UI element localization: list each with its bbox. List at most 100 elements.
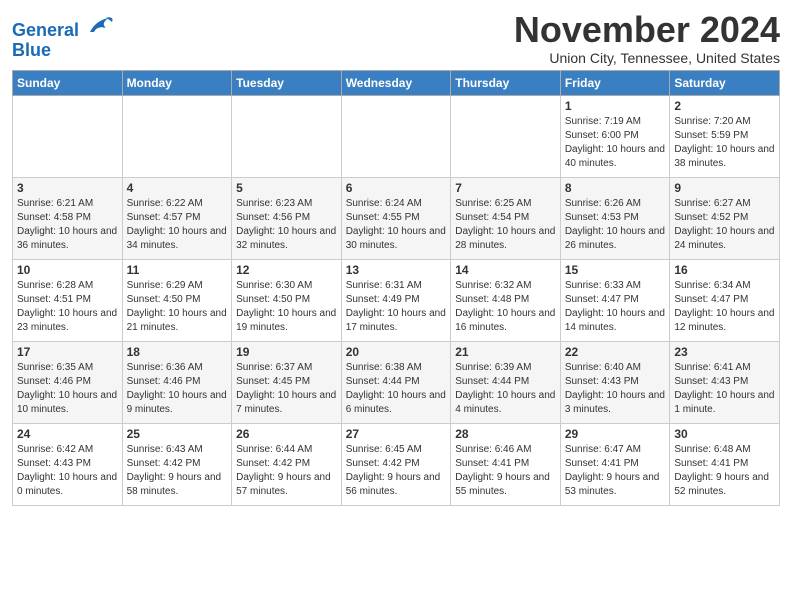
- day-number: 23: [674, 345, 775, 359]
- day-info: Sunrise: 6:29 AM Sunset: 4:50 PM Dayligh…: [127, 279, 228, 335]
- day-info: Sunrise: 6:42 AM Sunset: 4:43 PM Dayligh…: [17, 443, 118, 499]
- day-number: 1: [565, 99, 666, 113]
- day-info: Sunrise: 6:32 AM Sunset: 4:48 PM Dayligh…: [455, 279, 556, 335]
- calendar-cell: 17Sunrise: 6:35 AM Sunset: 4:46 PM Dayli…: [13, 341, 123, 423]
- col-monday: Monday: [122, 70, 232, 95]
- calendar-week-4: 24 Sunrise: 6:42 AM Sunset: 4:43 PM Dayli…: [13, 423, 780, 505]
- day-number: 15: [565, 263, 666, 277]
- calendar-cell: 3Sunrise: 6:21 AM Sunset: 4:58 PM Daylig…: [13, 177, 123, 259]
- logo-text: General: [12, 14, 114, 41]
- calendar-cell: 28 Sunrise: 6:46 AM Sunset: 4:41 PM Dayli…: [451, 423, 561, 505]
- calendar-cell: 23 Sunrise: 6:41 AM Sunset: 4:43 PM Dayli…: [670, 341, 780, 423]
- calendar-week-1: 3Sunrise: 6:21 AM Sunset: 4:58 PM Daylig…: [13, 177, 780, 259]
- calendar-cell: 15 Sunrise: 6:33 AM Sunset: 4:47 PM Dayli…: [560, 259, 670, 341]
- day-number: 6: [346, 181, 447, 195]
- calendar-cell: [232, 95, 342, 177]
- day-info: Sunrise: 6:45 AM Sunset: 4:42 PM Dayligh…: [346, 443, 447, 499]
- calendar-cell: 19Sunrise: 6:37 AM Sunset: 4:45 PM Dayli…: [232, 341, 342, 423]
- calendar-cell: 24 Sunrise: 6:42 AM Sunset: 4:43 PM Dayli…: [13, 423, 123, 505]
- day-number: 4: [127, 181, 228, 195]
- calendar-cell: 7Sunrise: 6:25 AM Sunset: 4:54 PM Daylig…: [451, 177, 561, 259]
- day-number: 30: [674, 427, 775, 441]
- day-info: Sunrise: 6:36 AM Sunset: 4:46 PM Dayligh…: [127, 361, 228, 417]
- day-info: Sunrise: 6:47 AM Sunset: 4:41 PM Dayligh…: [565, 443, 666, 499]
- day-number: 2: [674, 99, 775, 113]
- calendar-cell: 6 Sunrise: 6:24 AM Sunset: 4:55 PM Daylig…: [341, 177, 451, 259]
- day-number: 9: [674, 181, 775, 195]
- day-number: 13: [346, 263, 447, 277]
- day-info: Sunrise: 6:22 AM Sunset: 4:57 PM Dayligh…: [127, 197, 228, 253]
- calendar-cell: 1Sunrise: 7:19 AM Sunset: 6:00 PM Daylig…: [560, 95, 670, 177]
- day-info: Sunrise: 7:20 AM Sunset: 5:59 PM Dayligh…: [674, 115, 775, 171]
- month-title: November 2024: [514, 10, 780, 50]
- calendar-cell: 30Sunrise: 6:48 AM Sunset: 4:41 PM Dayli…: [670, 423, 780, 505]
- calendar-cell: [13, 95, 123, 177]
- calendar-cell: 25 Sunrise: 6:43 AM Sunset: 4:42 PM Dayli…: [122, 423, 232, 505]
- calendar-week-0: 1Sunrise: 7:19 AM Sunset: 6:00 PM Daylig…: [13, 95, 780, 177]
- day-number: 21: [455, 345, 556, 359]
- day-info: Sunrise: 6:27 AM Sunset: 4:52 PM Dayligh…: [674, 197, 775, 253]
- day-number: 3: [17, 181, 118, 195]
- calendar-cell: 4 Sunrise: 6:22 AM Sunset: 4:57 PM Daylig…: [122, 177, 232, 259]
- day-info: Sunrise: 6:41 AM Sunset: 4:43 PM Dayligh…: [674, 361, 775, 417]
- day-info: Sunrise: 6:24 AM Sunset: 4:55 PM Dayligh…: [346, 197, 447, 253]
- calendar-cell: 27 Sunrise: 6:45 AM Sunset: 4:42 PM Dayli…: [341, 423, 451, 505]
- logo-blue: Blue: [12, 41, 114, 61]
- calendar-week-2: 10 Sunrise: 6:28 AM Sunset: 4:51 PM Dayli…: [13, 259, 780, 341]
- day-info: Sunrise: 6:23 AM Sunset: 4:56 PM Dayligh…: [236, 197, 337, 253]
- calendar-table: Sunday Monday Tuesday Wednesday Thursday…: [12, 70, 780, 506]
- day-number: 22: [565, 345, 666, 359]
- day-number: 14: [455, 263, 556, 277]
- location-subtitle: Union City, Tennessee, United States: [514, 50, 780, 66]
- day-info: Sunrise: 6:46 AM Sunset: 4:41 PM Dayligh…: [455, 443, 556, 499]
- day-number: 8: [565, 181, 666, 195]
- calendar-cell: 5 Sunrise: 6:23 AM Sunset: 4:56 PM Daylig…: [232, 177, 342, 259]
- calendar-header: Sunday Monday Tuesday Wednesday Thursday…: [13, 70, 780, 95]
- day-number: 5: [236, 181, 337, 195]
- col-saturday: Saturday: [670, 70, 780, 95]
- calendar-cell: [122, 95, 232, 177]
- day-number: 16: [674, 263, 775, 277]
- calendar-week-3: 17Sunrise: 6:35 AM Sunset: 4:46 PM Dayli…: [13, 341, 780, 423]
- day-number: 20: [346, 345, 447, 359]
- calendar-cell: 20 Sunrise: 6:38 AM Sunset: 4:44 PM Dayli…: [341, 341, 451, 423]
- col-friday: Friday: [560, 70, 670, 95]
- day-number: 17: [17, 345, 118, 359]
- calendar-cell: 18 Sunrise: 6:36 AM Sunset: 4:46 PM Dayli…: [122, 341, 232, 423]
- day-info: Sunrise: 6:38 AM Sunset: 4:44 PM Dayligh…: [346, 361, 447, 417]
- day-info: Sunrise: 6:44 AM Sunset: 4:42 PM Dayligh…: [236, 443, 337, 499]
- day-info: Sunrise: 6:28 AM Sunset: 4:51 PM Dayligh…: [17, 279, 118, 335]
- day-info: Sunrise: 6:34 AM Sunset: 4:47 PM Dayligh…: [674, 279, 775, 335]
- header-row: Sunday Monday Tuesday Wednesday Thursday…: [13, 70, 780, 95]
- calendar-cell: 8 Sunrise: 6:26 AM Sunset: 4:53 PM Daylig…: [560, 177, 670, 259]
- col-tuesday: Tuesday: [232, 70, 342, 95]
- day-info: Sunrise: 6:39 AM Sunset: 4:44 PM Dayligh…: [455, 361, 556, 417]
- logo-general: General: [12, 20, 79, 40]
- day-number: 24: [17, 427, 118, 441]
- calendar-cell: [451, 95, 561, 177]
- col-sunday: Sunday: [13, 70, 123, 95]
- day-number: 25: [127, 427, 228, 441]
- day-number: 27: [346, 427, 447, 441]
- col-thursday: Thursday: [451, 70, 561, 95]
- calendar-cell: 13 Sunrise: 6:31 AM Sunset: 4:49 PM Dayli…: [341, 259, 451, 341]
- calendar-cell: [341, 95, 451, 177]
- day-info: Sunrise: 6:33 AM Sunset: 4:47 PM Dayligh…: [565, 279, 666, 335]
- day-number: 7: [455, 181, 556, 195]
- logo: General Blue: [12, 14, 114, 61]
- calendar-cell: 26 Sunrise: 6:44 AM Sunset: 4:42 PM Dayli…: [232, 423, 342, 505]
- logo-bird-icon: [86, 14, 114, 36]
- day-number: 11: [127, 263, 228, 277]
- day-number: 26: [236, 427, 337, 441]
- calendar-cell: 12Sunrise: 6:30 AM Sunset: 4:50 PM Dayli…: [232, 259, 342, 341]
- calendar-cell: 2 Sunrise: 7:20 AM Sunset: 5:59 PM Daylig…: [670, 95, 780, 177]
- day-number: 28: [455, 427, 556, 441]
- calendar-cell: 9 Sunrise: 6:27 AM Sunset: 4:52 PM Daylig…: [670, 177, 780, 259]
- calendar-cell: 21 Sunrise: 6:39 AM Sunset: 4:44 PM Dayli…: [451, 341, 561, 423]
- day-info: Sunrise: 6:43 AM Sunset: 4:42 PM Dayligh…: [127, 443, 228, 499]
- day-number: 18: [127, 345, 228, 359]
- col-wednesday: Wednesday: [341, 70, 451, 95]
- day-number: 10: [17, 263, 118, 277]
- day-info: Sunrise: 6:31 AM Sunset: 4:49 PM Dayligh…: [346, 279, 447, 335]
- day-info: Sunrise: 6:26 AM Sunset: 4:53 PM Dayligh…: [565, 197, 666, 253]
